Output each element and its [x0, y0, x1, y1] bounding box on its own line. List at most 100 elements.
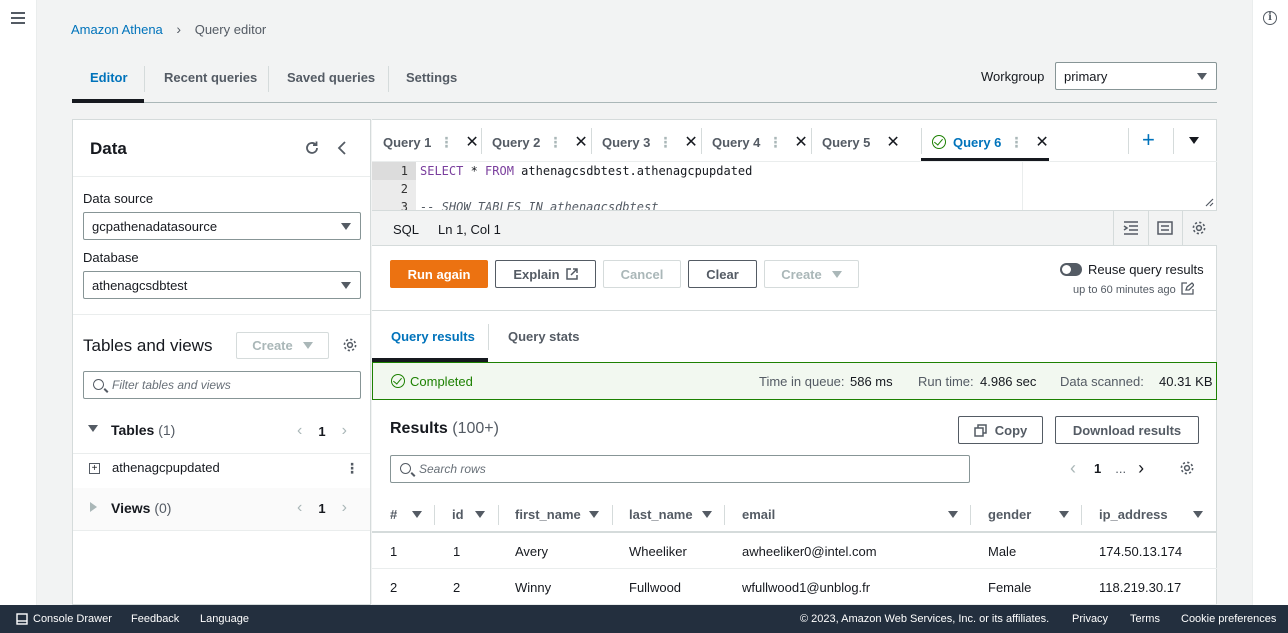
cell-last-name: Fullwood: [629, 580, 682, 595]
column-header-ip-address[interactable]: ip_address: [1099, 507, 1168, 522]
views-section-label[interactable]: Views (0): [111, 500, 171, 516]
settings-gear-icon[interactable]: [342, 337, 358, 353]
query-tab-5[interactable]: Query 5 ✕: [822, 132, 900, 152]
tab-query-stats[interactable]: Query stats: [508, 329, 580, 344]
copy-button[interactable]: Copy: [958, 416, 1043, 444]
chevron-right-icon[interactable]: ›: [342, 499, 347, 517]
close-icon[interactable]: ✕: [465, 132, 478, 152]
tables-page-number[interactable]: 1: [318, 424, 325, 439]
clear-button[interactable]: Clear: [688, 260, 757, 288]
edit-pencil-icon[interactable]: [1181, 282, 1194, 295]
sort-caret-icon[interactable]: [412, 511, 422, 518]
sort-caret-icon[interactable]: [1059, 511, 1069, 518]
close-icon[interactable]: ✕: [1035, 132, 1048, 152]
table-item-name[interactable]: athenagcpupdated: [112, 460, 220, 475]
editor-settings-gear-icon[interactable]: [1191, 220, 1207, 236]
tab-recent-queries[interactable]: Recent queries: [164, 70, 257, 85]
reuse-results-toggle[interactable]: [1060, 263, 1082, 276]
chevron-right-icon[interactable]: ›: [342, 422, 347, 440]
column-header-last-name[interactable]: last_name: [629, 507, 693, 522]
table-preferences-gear-icon[interactable]: [1179, 460, 1195, 476]
tab-query-results[interactable]: Query results: [391, 329, 475, 344]
info-icon[interactable]: i: [1263, 11, 1277, 25]
query-tab-1[interactable]: Query 1 ⋮ ✕: [383, 132, 479, 152]
chevron-right-icon[interactable]: ›: [1138, 458, 1144, 479]
create-button[interactable]: Create: [764, 260, 859, 288]
chevron-left-icon[interactable]: ‹: [297, 499, 302, 517]
views-page-number[interactable]: 1: [318, 501, 325, 516]
data-source-select[interactable]: gcpathenadatasource: [83, 212, 361, 240]
cell-gender: Male: [988, 544, 1017, 559]
query-tab-2[interactable]: Query 2 ⋮ ✕: [492, 132, 588, 152]
run-again-button[interactable]: Run again: [390, 260, 488, 288]
column-header-index[interactable]: #: [390, 507, 397, 522]
tab-menu-icon[interactable]: ⋮: [1009, 134, 1023, 151]
filter-placeholder: Filter tables and views: [112, 378, 231, 392]
search-rows-input[interactable]: Search rows: [390, 455, 970, 483]
column-header-gender[interactable]: gender: [988, 507, 1031, 522]
expand-plus-icon[interactable]: +: [89, 463, 100, 474]
keyboard-shortcuts-icon[interactable]: [1157, 221, 1173, 235]
sort-caret-icon[interactable]: [475, 511, 485, 518]
format-query-icon[interactable]: [1123, 221, 1139, 235]
tab-menu-icon[interactable]: ⋮: [658, 134, 672, 151]
column-header-first-name[interactable]: first_name: [515, 507, 581, 522]
workgroup-value: primary: [1064, 68, 1108, 84]
chevron-left-icon[interactable]: ‹: [1070, 458, 1076, 479]
create-table-button[interactable]: Create: [236, 332, 329, 359]
chevron-left-icon[interactable]: ‹: [297, 422, 302, 440]
tab-menu-icon[interactable]: ⋮: [768, 134, 782, 151]
tab-menu-icon[interactable]: ⋮: [548, 134, 562, 151]
filter-tables-input[interactable]: Filter tables and views: [83, 371, 361, 399]
query-tab-6-active[interactable]: Query 6 ⋮ ✕: [932, 132, 1049, 152]
terms-link[interactable]: Terms: [1130, 613, 1160, 625]
breadcrumb-athena-link[interactable]: Amazon Athena: [71, 22, 163, 37]
column-header-email[interactable]: email: [742, 507, 775, 522]
feedback-link[interactable]: Feedback: [131, 613, 179, 625]
add-query-tab-icon[interactable]: +: [1142, 127, 1155, 153]
workgroup-select[interactable]: primary: [1055, 62, 1217, 90]
close-icon[interactable]: ✕: [574, 132, 587, 152]
refresh-icon[interactable]: [304, 140, 320, 156]
tables-section-label[interactable]: Tables (1): [111, 422, 175, 438]
menu-icon[interactable]: [11, 12, 25, 24]
explain-button[interactable]: Explain: [495, 260, 596, 288]
sort-caret-icon[interactable]: [702, 511, 712, 518]
table-row[interactable]: 1 1 Avery Wheeliker awheeliker0@intel.co…: [372, 533, 1217, 569]
expand-tables-icon[interactable]: [88, 425, 98, 432]
tab-editor[interactable]: Editor: [90, 70, 128, 85]
database-select[interactable]: athenagcsdbtest: [83, 271, 361, 299]
sort-caret-icon[interactable]: [948, 511, 958, 518]
results-page-number[interactable]: 1: [1094, 461, 1101, 476]
expand-views-icon[interactable]: [90, 502, 97, 512]
privacy-link[interactable]: Privacy: [1072, 613, 1108, 625]
tab-divider: [268, 66, 269, 92]
tab-settings[interactable]: Settings: [406, 70, 457, 85]
right-rail: i: [1252, 0, 1288, 605]
close-icon[interactable]: ✕: [794, 132, 807, 152]
tab-overflow-icon[interactable]: [1189, 137, 1199, 144]
cookie-preferences-link[interactable]: Cookie preferences: [1181, 613, 1276, 625]
column-header-id[interactable]: id: [452, 507, 464, 522]
sort-caret-icon[interactable]: [589, 511, 599, 518]
query-tab-4[interactable]: Query 4 ⋮ ✕: [712, 132, 808, 152]
table-row[interactable]: 2 2 Winny Fullwood wfullwood1@unblog.fr …: [372, 569, 1217, 605]
collapse-panel-icon[interactable]: [336, 140, 348, 156]
language-link[interactable]: Language: [200, 613, 249, 625]
cancel-button[interactable]: Cancel: [603, 260, 681, 288]
console-drawer-link[interactable]: Console Drawer: [33, 613, 112, 625]
close-icon[interactable]: ✕: [886, 132, 899, 152]
code-text: *: [463, 164, 486, 178]
sort-caret-icon[interactable]: [1193, 511, 1203, 518]
table-item-row[interactable]: + athenagcpupdated ⋮: [73, 454, 370, 488]
more-actions-icon[interactable]: ⋮: [345, 460, 359, 477]
close-icon[interactable]: ✕: [684, 132, 697, 152]
query-tab-3[interactable]: Query 3 ⋮ ✕: [602, 132, 698, 152]
console-drawer-icon[interactable]: [16, 613, 28, 625]
data-panel-title: Data: [90, 139, 127, 158]
tab-saved-queries[interactable]: Saved queries: [287, 70, 375, 85]
sql-editor[interactable]: SELECT * FROM athenagcsdbtest.athenagcpu…: [420, 162, 752, 210]
download-results-button[interactable]: Download results: [1055, 416, 1199, 444]
resize-handle-icon[interactable]: [1204, 197, 1214, 207]
tab-menu-icon[interactable]: ⋮: [439, 134, 453, 151]
